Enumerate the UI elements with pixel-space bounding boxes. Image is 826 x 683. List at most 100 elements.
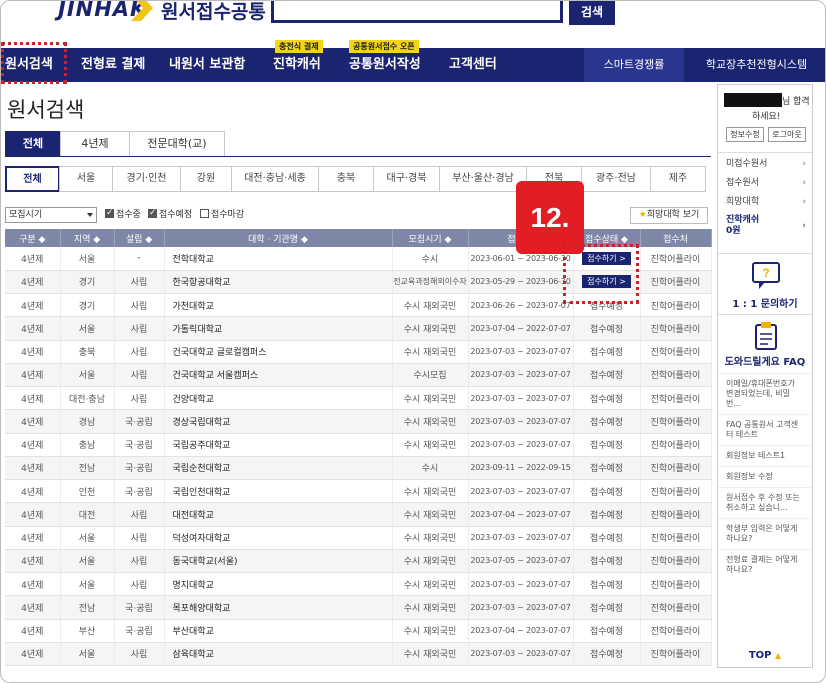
wish-list-button[interactable]: ★희망대학 보기 bbox=[630, 207, 708, 224]
cell-name[interactable]: 목포해양대학교 bbox=[164, 595, 393, 620]
region-tab-gwangju[interactable]: 광주·전남 bbox=[581, 166, 651, 192]
cell-name[interactable]: 가톨릭대학교 bbox=[164, 316, 393, 341]
region-tab-all[interactable]: 전체 bbox=[5, 166, 60, 192]
tab-4year[interactable]: 4년제 bbox=[60, 131, 130, 157]
cell-name[interactable]: 삼육대학교 bbox=[164, 642, 393, 667]
cell-name[interactable]: 명지대학교 bbox=[164, 572, 393, 597]
cell-name[interactable]: 국립인천대학교 bbox=[164, 479, 393, 504]
table-row: 4년제 대전 사립 대전대학교 수시 재외국민 2023-07-04 ~ 2023-07-… bbox=[5, 502, 712, 527]
faq-item[interactable]: FAQ 공통원서 고객센터 테스트 bbox=[718, 414, 812, 445]
region-tab-daegu[interactable]: 대구·경북 bbox=[373, 166, 440, 192]
region-tab-gangwon[interactable]: 강원 bbox=[180, 166, 232, 192]
cell-found: 사립 bbox=[114, 386, 165, 411]
nav-item-payment[interactable]: 전형료 결제 bbox=[81, 48, 145, 82]
region-tab-busan[interactable]: 부산·울산·경남 bbox=[439, 166, 527, 192]
nav-item-cash[interactable]: 충전식 결제 진학캐쉬 bbox=[273, 40, 323, 82]
cell-region: 서울 bbox=[60, 549, 115, 574]
cell-found: - bbox=[114, 247, 165, 271]
chat-question-icon: ? bbox=[752, 262, 780, 289]
tab-all[interactable]: 전체 bbox=[5, 131, 61, 157]
faq-item[interactable]: 전형료 결제는 어떻게 하나요? bbox=[718, 549, 812, 580]
cell-name[interactable]: 덕성여자대학교 bbox=[164, 526, 393, 550]
search-button[interactable]: 검색 bbox=[569, 1, 615, 25]
cell-period: 수시 재외국민 bbox=[392, 619, 469, 643]
cell-period: 수시 재외국민 bbox=[392, 409, 469, 434]
cell-name[interactable]: 건양대학교 bbox=[164, 386, 393, 411]
sidebar-item-submitted[interactable]: 접수원서 › bbox=[718, 174, 812, 193]
cell-type: 4년제 bbox=[5, 456, 61, 481]
faq-item[interactable]: 학생부 입력은 어떻게 하나요? bbox=[718, 518, 812, 549]
col-header-type[interactable]: 구분 ◆ bbox=[5, 229, 61, 247]
col-header-name[interactable]: 대학 · 기관명 ◆ bbox=[164, 229, 393, 247]
cell-name[interactable]: 국립공주대학교 bbox=[164, 433, 393, 457]
cell-name[interactable]: 한국항공대학교 bbox=[164, 270, 393, 295]
faq-item[interactable]: 회원정보 테스트1 bbox=[718, 445, 812, 466]
nav-item-common-app[interactable]: 공통원서접수 오픈 공통원서작성 bbox=[349, 40, 421, 82]
edit-info-button[interactable]: 정보수정 bbox=[726, 127, 764, 142]
cell-found: 사립 bbox=[114, 502, 165, 527]
region-tab-jeju[interactable]: 제주 bbox=[650, 166, 706, 192]
cell-name[interactable]: 가천대학교 bbox=[164, 293, 393, 318]
faq-header[interactable]: 도와드릴게요 FAQ bbox=[718, 317, 812, 373]
sidebar-item-wish[interactable]: 희망대학 › bbox=[718, 193, 812, 212]
cell-status: 접수예정 bbox=[573, 642, 641, 667]
clipboard-icon bbox=[755, 322, 777, 350]
cell-name[interactable]: 부산대학교 bbox=[164, 619, 393, 643]
check-in-progress[interactable]: 접수중 bbox=[105, 207, 141, 221]
cell-found: 국·공립 bbox=[114, 409, 165, 434]
nav-smart-button[interactable]: 스마트경쟁률 bbox=[584, 48, 684, 82]
region-tab-daejeon[interactable]: 대전·충남·세종 bbox=[231, 166, 319, 192]
table-row: 4년제 인천 국·공립 국립인천대학교 수시 재외국민 2023-07-03 ~ 2023… bbox=[5, 479, 712, 504]
sidebar-item-unsubmitted[interactable]: 미접수원서 › bbox=[718, 155, 812, 174]
cell-name[interactable]: 건국대학교 글로컬캠퍼스 bbox=[164, 340, 393, 364]
col-header-found[interactable]: 설립 ◆ bbox=[114, 229, 165, 247]
cell-agent: 진학어플라이 bbox=[640, 619, 712, 643]
nav-item-label: 진학캐쉬 bbox=[273, 57, 321, 72]
cash-value: 0원 bbox=[726, 226, 741, 236]
cell-agent: 진학어플라이 bbox=[640, 549, 712, 574]
col-header-period[interactable]: 모집시기 ◆ bbox=[392, 229, 469, 247]
faq-item[interactable]: 회원정보 수정 bbox=[718, 466, 812, 487]
cell-name[interactable]: 건국대학교 서울캠퍼스 bbox=[164, 363, 393, 388]
cell-region: 대전·충남 bbox=[60, 386, 115, 411]
table-row: 4년제 서울 사립 명지대학교 수시 재외국민 2023-07-03 ~ 2023-07-… bbox=[5, 572, 712, 597]
region-tab-gyeonggi[interactable]: 경기·인천 bbox=[112, 166, 181, 192]
tab-college[interactable]: 전문대학(교) bbox=[129, 131, 225, 157]
cell-period: 수시 재외국민 bbox=[392, 595, 469, 620]
table-row: 4년제 서울 사립 삼육대학교 수시 재외국민 2023-07-03 ~ 2023-07-… bbox=[5, 642, 712, 667]
faq-item[interactable]: 이메일/휴대폰번호가 변경되었는데, 비밀번... bbox=[718, 373, 812, 414]
cell-name[interactable]: 국립순천대학교 bbox=[164, 456, 393, 481]
cell-name[interactable]: 경상국립대학교 bbox=[164, 409, 393, 434]
cell-agent: 진학어플라이 bbox=[640, 409, 712, 434]
check-closed[interactable]: 접수마감 bbox=[200, 209, 244, 221]
highlight-apply-buttons bbox=[563, 244, 639, 304]
cell-name[interactable]: 전학대학교 bbox=[164, 247, 393, 271]
cell-name[interactable]: 동국대학교(서울) bbox=[164, 549, 393, 574]
table-row: 4년제 서울 사립 가톨릭대학교 수시 재외국민 2023-07-04 ~ 2022-07… bbox=[5, 316, 712, 341]
nav-item-storage[interactable]: 내원서 보관함 bbox=[169, 48, 245, 82]
region-tab-seoul[interactable]: 서울 bbox=[59, 166, 113, 192]
faq-item[interactable]: 원서접수 후 수정 또는 취소하고 싶습니... bbox=[718, 487, 812, 518]
region-tab-chungbuk[interactable]: 충북 bbox=[318, 166, 374, 192]
nav-school-button[interactable]: 학교장추천전형시스템 bbox=[686, 48, 825, 82]
qna-button[interactable]: ? 1 : 1 문의하기 bbox=[718, 253, 812, 315]
greeting-line2: 하세요! bbox=[752, 112, 781, 122]
cell-date: 2023-07-03 ~ 2023-07-07 bbox=[468, 433, 574, 457]
check-upcoming[interactable]: 접수예정 bbox=[148, 207, 192, 221]
search-input[interactable] bbox=[271, 1, 563, 23]
cell-found: 사립 bbox=[114, 549, 165, 574]
cell-name[interactable]: 대전대학교 bbox=[164, 502, 393, 527]
scroll-top-button[interactable]: TOP ▲ bbox=[718, 650, 812, 661]
cell-date: 2023-06-26 ~ 2023-07-07 bbox=[468, 293, 574, 318]
cell-type: 4년제 bbox=[5, 642, 61, 667]
cell-type: 4년제 bbox=[5, 619, 61, 643]
nav-item-support[interactable]: 고객센터 bbox=[449, 48, 497, 82]
period-select[interactable]: 모집시기 bbox=[5, 207, 97, 223]
chevron-right-icon: › bbox=[802, 197, 806, 207]
col-header-region[interactable]: 지역 ◆ bbox=[60, 229, 115, 247]
check-label: 접수마감 bbox=[211, 210, 245, 220]
logo-subtitle: 원서접수공통 bbox=[161, 1, 266, 23]
logout-button[interactable]: 로그아웃 bbox=[768, 127, 806, 142]
table-row: 4년제 전남 국·공립 목포해양대학교 수시 재외국민 2023-07-03 ~ 2023… bbox=[5, 595, 712, 620]
sidebar-item-cash[interactable]: 진학캐쉬 0원 › bbox=[718, 212, 812, 242]
